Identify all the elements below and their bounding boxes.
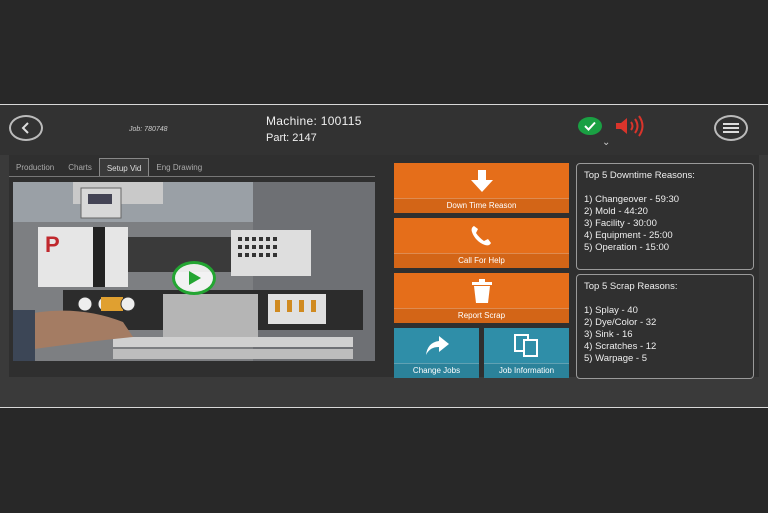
bottom-divider — [0, 407, 768, 408]
job-label: Job: 780748 — [129, 126, 168, 133]
scrap-reason-item: 2) Dye/Color - 32 — [584, 317, 657, 328]
check-icon — [584, 121, 596, 131]
report-scrap-label: Report Scrap — [394, 308, 569, 323]
menu-button[interactable] — [714, 115, 748, 141]
scrap-reasons-title: Top 5 Scrap Reasons: — [584, 281, 678, 292]
part-label: Part: 2147 — [266, 132, 317, 144]
job-information-button[interactable]: Job Information — [484, 328, 569, 378]
bottom-backdrop — [0, 409, 768, 513]
scrap-reason-item: 4) Scratches - 12 — [584, 341, 657, 352]
back-button[interactable] — [9, 115, 43, 141]
call-for-help-label: Call For Help — [394, 253, 569, 268]
play-icon — [189, 271, 201, 285]
tab-production[interactable]: Production — [9, 158, 61, 176]
phone-icon — [471, 225, 491, 245]
scrap-reason-item: 1) Splay - 40 — [584, 305, 638, 316]
down-time-reason-label: Down Time Reason — [394, 198, 569, 213]
tab-setup-vid[interactable]: Setup Vid — [98, 158, 150, 176]
change-jobs-label: Change Jobs — [394, 363, 479, 378]
status-ok-indicator[interactable] — [578, 117, 602, 135]
play-button[interactable] — [172, 261, 216, 295]
header-bar: Job: 780748 Machine: 100115 Part: 2147 ⌄ — [0, 105, 768, 155]
downtime-reasons-panel: Top 5 Downtime Reasons: 1) Changeover - … — [576, 163, 754, 270]
downtime-reason-item: 1) Changeover - 59:30 — [584, 194, 680, 205]
arrow-down-icon — [470, 169, 493, 192]
top-backdrop — [0, 0, 768, 104]
downtime-reason-item: 3) Facility - 30:00 — [584, 218, 657, 229]
chevron-down-icon[interactable]: ⌄ — [602, 137, 610, 148]
downtime-reason-item: 2) Mold - 44:20 — [584, 206, 648, 217]
report-scrap-button[interactable]: Report Scrap — [394, 273, 569, 323]
scrap-reason-item: 5) Warpage - 5 — [584, 353, 648, 364]
machine-label: Machine: 100115 — [266, 114, 362, 128]
downtime-reason-item: 4) Equipment - 25:00 — [584, 230, 673, 241]
tab-underline — [9, 176, 375, 177]
hamburger-icon — [723, 123, 739, 133]
trash-icon — [471, 278, 492, 303]
downtime-reason-item: 5) Operation - 15:00 — [584, 242, 670, 253]
tab-bar: Production Charts Setup Vid Eng Drawing — [9, 158, 209, 176]
call-for-help-button[interactable]: Call For Help — [394, 218, 569, 268]
down-time-reason-button[interactable]: Down Time Reason — [394, 163, 569, 213]
chevron-left-icon — [21, 122, 29, 134]
forward-arrow-icon — [425, 335, 449, 355]
scrap-reason-item: 3) Sink - 16 — [584, 329, 633, 340]
scrap-reasons-panel: Top 5 Scrap Reasons: 1) Splay - 40 2) Dy… — [576, 274, 754, 379]
speaker-alert-icon[interactable] — [614, 115, 648, 137]
tab-charts[interactable]: Charts — [61, 158, 99, 176]
copy-documents-icon — [513, 333, 538, 357]
change-jobs-button[interactable]: Change Jobs — [394, 328, 479, 378]
tab-eng-drawing[interactable]: Eng Drawing — [149, 158, 209, 176]
downtime-reasons-title: Top 5 Downtime Reasons: — [584, 170, 695, 181]
job-information-label: Job Information — [484, 363, 569, 378]
video-logo: P — [45, 232, 60, 257]
